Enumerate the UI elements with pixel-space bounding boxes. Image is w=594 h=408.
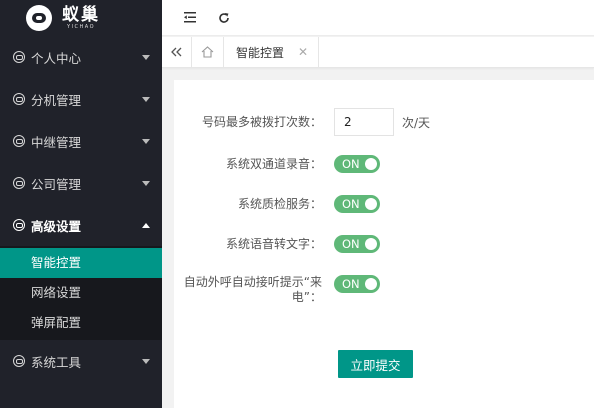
max-redial-unit: 次/天 bbox=[402, 115, 431, 130]
menu-collapse-icon[interactable] bbox=[178, 6, 202, 30]
submenu-item-popup-config[interactable]: 弹屏配置 bbox=[0, 308, 162, 338]
ant-logo-icon bbox=[26, 5, 52, 31]
sidebar: 蚁巢 YICHAO 个人中心 分机管理 中继管理 公司管理 高级设置 智能控置 … bbox=[0, 0, 162, 408]
max-redial-label: 号码最多被拨打次数： bbox=[201, 114, 322, 129]
logo[interactable]: 蚁巢 YICHAO bbox=[0, 0, 162, 36]
form-row-qc-service: 系统质检服务： ON bbox=[174, 195, 594, 213]
submenu-advanced-settings: 智能控置 网络设置 弹屏配置 bbox=[0, 246, 162, 340]
sidebar-item-label: 高级设置 bbox=[31, 218, 82, 234]
auto-answer-toggle[interactable]: ON bbox=[334, 275, 380, 293]
close-icon[interactable]: ✕ bbox=[298, 45, 308, 59]
logo-text: 蚁巢 YICHAO bbox=[62, 6, 100, 30]
home-icon[interactable] bbox=[192, 37, 224, 67]
toggle-state: ON bbox=[342, 197, 360, 211]
form-row-max-redial: 号码最多被拨打次数： 2 次/天 bbox=[174, 108, 594, 136]
menu-item-icon bbox=[13, 219, 25, 231]
chevron-down-icon bbox=[142, 138, 150, 144]
toggle-state: ON bbox=[342, 277, 360, 291]
dual-record-label: 系统双通道录音： bbox=[225, 156, 322, 171]
tab-bar: 智能控置 ✕ bbox=[162, 37, 594, 68]
qc-service-toggle[interactable]: ON bbox=[334, 195, 380, 213]
menu-item-icon bbox=[13, 177, 25, 189]
toggle-state: ON bbox=[342, 157, 360, 171]
sidebar-item-trunk-management[interactable]: 中继管理 bbox=[0, 120, 162, 162]
menu-item-icon bbox=[13, 51, 25, 63]
sidebar-item-extension-management[interactable]: 分机管理 bbox=[0, 78, 162, 120]
tab-smart-control[interactable]: 智能控置 ✕ bbox=[224, 37, 320, 67]
qc-service-label: 系统质检服务： bbox=[237, 196, 322, 211]
chevron-down-icon bbox=[142, 358, 150, 364]
logo-subtitle: YICHAO bbox=[66, 24, 96, 30]
menu-item-icon bbox=[13, 355, 25, 367]
submenu-item-network-settings[interactable]: 网络设置 bbox=[0, 278, 162, 308]
settings-form: 号码最多被拨打次数： 2 次/天 系统双通道录音： ON 系统质检服务： ON … bbox=[174, 80, 594, 408]
max-redial-input[interactable]: 2 bbox=[334, 108, 394, 136]
sidebar-item-label: 个人中心 bbox=[31, 50, 82, 66]
auto-answer-label: 自动外呼自动接听提示“来电”： bbox=[183, 275, 322, 304]
form-row-dual-record: 系统双通道录音： ON bbox=[174, 155, 594, 173]
chevron-down-icon bbox=[142, 180, 150, 186]
asr-toggle[interactable]: ON bbox=[334, 235, 380, 253]
dual-record-toggle[interactable]: ON bbox=[334, 155, 380, 173]
form-row-auto-answer: 自动外呼自动接听提示“来电”： ON bbox=[174, 275, 594, 305]
asr-label: 系统语音转文字： bbox=[225, 236, 322, 251]
submenu-item-smart-control[interactable]: 智能控置 bbox=[0, 248, 162, 278]
chevron-up-icon bbox=[142, 222, 150, 228]
sidebar-item-system-tools[interactable]: 系统工具 bbox=[0, 340, 162, 382]
double-chevron-left-icon[interactable] bbox=[162, 37, 192, 67]
sidebar-item-advanced-settings[interactable]: 高级设置 bbox=[0, 204, 162, 246]
sidebar-item-personal-center[interactable]: 个人中心 bbox=[0, 36, 162, 78]
sidebar-item-label: 公司管理 bbox=[31, 176, 82, 192]
submit-button[interactable]: 立即提交 bbox=[338, 350, 413, 378]
sidebar-item-company-management[interactable]: 公司管理 bbox=[0, 162, 162, 204]
chevron-down-icon bbox=[142, 96, 150, 102]
sidebar-item-label: 分机管理 bbox=[31, 92, 82, 108]
menu-item-icon bbox=[13, 135, 25, 147]
form-row-asr: 系统语音转文字： ON bbox=[174, 235, 594, 253]
tab-label: 智能控置 bbox=[236, 45, 285, 60]
chevron-down-icon bbox=[142, 54, 150, 60]
top-header bbox=[162, 0, 594, 36]
sidebar-item-label: 系统工具 bbox=[31, 354, 82, 370]
toggle-state: ON bbox=[342, 237, 360, 251]
sidebar-item-label: 中继管理 bbox=[31, 134, 82, 150]
refresh-icon[interactable] bbox=[212, 6, 236, 30]
logo-name: 蚁巢 bbox=[62, 5, 100, 25]
menu-item-icon bbox=[13, 93, 25, 105]
